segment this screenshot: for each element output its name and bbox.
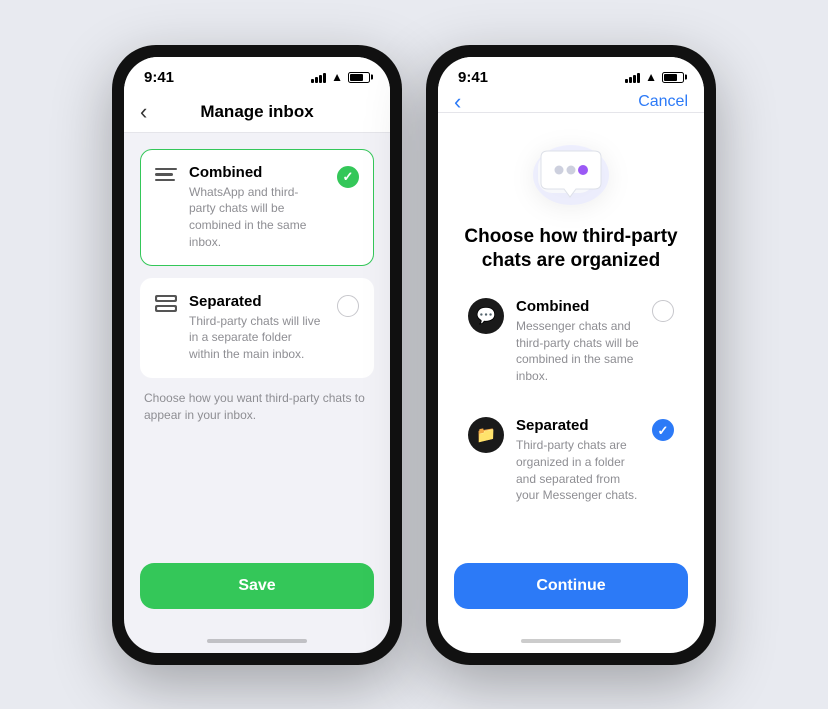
chat-bubble-illustration <box>526 137 616 209</box>
signal-bars-right <box>625 72 640 83</box>
checkmark-left: ✓ <box>343 170 354 183</box>
line1 <box>155 168 177 171</box>
separated-option-right[interactable]: 📁 Separated Third-party chats are organi… <box>454 405 688 516</box>
home-bar-left <box>207 639 307 643</box>
back-button-right[interactable]: ‹ <box>454 91 461 113</box>
combined-title-left: Combined <box>189 164 325 181</box>
status-bar-left: 9:41 ▲ <box>124 57 390 92</box>
separated-option-left[interactable]: Separated Third-party chats will live in… <box>140 278 374 378</box>
page-title-area: Choose how third-party chats are organiz… <box>438 225 704 286</box>
combined-option-right[interactable]: 💬 Combined Messenger chats and third-par… <box>454 286 688 397</box>
sep-inner1 <box>157 297 175 300</box>
separated-title-left: Separated <box>189 293 325 310</box>
combined-radio-left: ✓ <box>337 166 359 188</box>
combined-desc-right: Messenger chats and third-party chats wi… <box>516 318 640 385</box>
bottom-area-left: Save <box>124 563 390 633</box>
rbar4 <box>637 73 640 83</box>
line2 <box>155 173 173 176</box>
combined-radio-right <box>652 300 674 322</box>
sep-inner2 <box>157 307 175 310</box>
separated-text-right: Separated Third-party chats are organize… <box>516 417 640 504</box>
home-bar-right <box>521 639 621 643</box>
separated-icon-left <box>155 295 177 313</box>
rbar1 <box>625 79 628 83</box>
wifi-icon-right: ▲ <box>645 70 657 84</box>
chevron-left-icon: ‹ <box>140 101 147 123</box>
time-left: 9:41 <box>144 69 174 86</box>
separated-text-left: Separated Third-party chats will live in… <box>189 293 325 363</box>
bar1 <box>311 79 314 83</box>
chevron-left-icon-right: ‹ <box>454 91 461 113</box>
sep-row1 <box>155 295 177 302</box>
spacer-right <box>438 524 704 562</box>
nav-title-left: Manage inbox <box>200 102 313 122</box>
combined-desc-left: WhatsApp and third-party chats will be c… <box>189 184 325 251</box>
status-icons-left: ▲ <box>311 70 370 84</box>
separated-folder-icon: 📁 <box>468 417 504 453</box>
battery-fill-right <box>664 74 677 81</box>
hint-left: Choose how you want third-party chats to… <box>140 390 374 424</box>
bottom-area-right: Continue <box>438 563 704 633</box>
save-button[interactable]: Save <box>140 563 374 609</box>
bar2 <box>315 77 318 83</box>
combined-icon-left <box>155 166 177 184</box>
page-title-right: Choose how third-party chats are organiz… <box>454 225 688 274</box>
separated-desc-left: Third-party chats will live in a separat… <box>189 313 325 363</box>
line3 <box>155 179 175 182</box>
combined-circle-icon: 💬 <box>468 298 504 334</box>
signal-bars-left <box>311 72 326 83</box>
folder-icon: 📁 <box>476 425 496 445</box>
home-indicator-right <box>438 633 704 653</box>
combined-title-right: Combined <box>516 298 640 315</box>
battery-fill-left <box>350 74 363 81</box>
battery-icon-left <box>348 72 370 83</box>
phone-right: 9:41 ▲ ‹ <box>426 45 716 665</box>
battery-icon-right <box>662 72 684 83</box>
phone-left: 9:41 ▲ ‹ <box>112 45 402 665</box>
chat-icon: 💬 <box>476 306 496 326</box>
screen-content-left: Combined WhatsApp and third-party chats … <box>124 133 390 563</box>
separated-title-right: Separated <box>516 417 640 434</box>
status-icons-right: ▲ <box>625 70 684 84</box>
sep-row2 <box>155 305 177 312</box>
combined-option-left[interactable]: Combined WhatsApp and third-party chats … <box>140 149 374 266</box>
back-button-left[interactable]: ‹ <box>140 101 147 123</box>
nav-bar-right: ‹ Cancel <box>438 92 704 113</box>
home-indicator-left <box>124 633 390 653</box>
illustration-area <box>438 113 704 225</box>
combined-text-left: Combined WhatsApp and third-party chats … <box>189 164 325 251</box>
continue-button[interactable]: Continue <box>454 563 688 609</box>
checkmark-right: ✓ <box>658 424 669 437</box>
nav-bar-left: ‹ Manage inbox <box>124 92 390 133</box>
combined-text-right: Combined Messenger chats and third-party… <box>516 298 640 385</box>
cancel-button-right[interactable]: Cancel <box>638 93 688 111</box>
separated-radio-left <box>337 295 359 317</box>
status-bar-right: 9:41 ▲ <box>438 57 704 92</box>
right-cards-area: 💬 Combined Messenger chats and third-par… <box>438 286 704 524</box>
wifi-icon-left: ▲ <box>331 70 343 84</box>
separated-desc-right: Third-party chats are organized in a fol… <box>516 437 640 504</box>
bar3 <box>319 75 322 83</box>
time-right: 9:41 <box>458 69 488 86</box>
separated-radio-right: ✓ <box>652 419 674 441</box>
rbar2 <box>629 77 632 83</box>
rbar3 <box>633 75 636 83</box>
bar4 <box>323 73 326 83</box>
